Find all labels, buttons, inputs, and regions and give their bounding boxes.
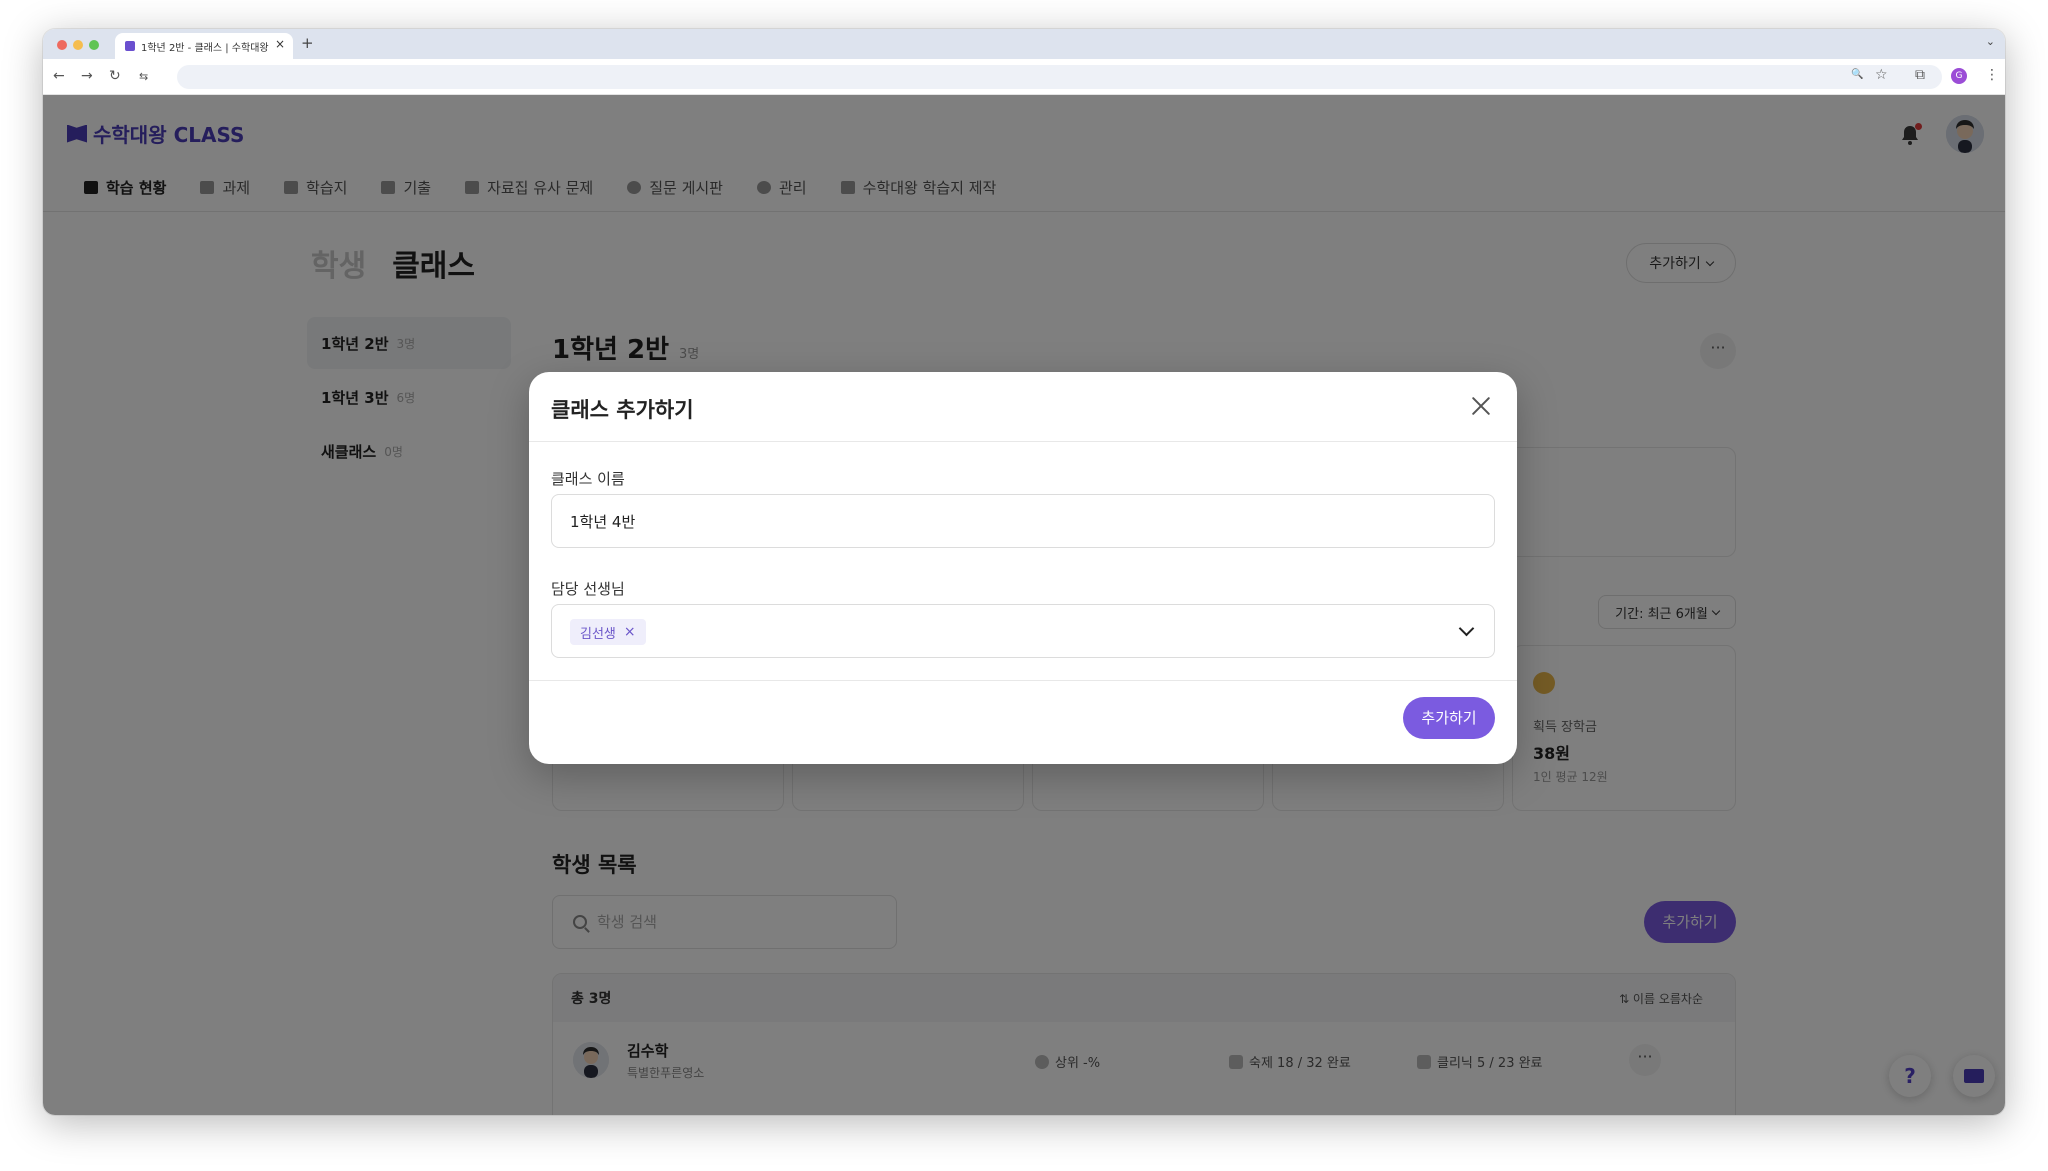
- new-tab-icon[interactable]: +: [301, 34, 314, 52]
- modal-header: 클래스 추가하기: [529, 372, 1517, 442]
- forward-icon[interactable]: →: [81, 68, 93, 84]
- minimize-window-button[interactable]: [73, 40, 83, 50]
- teacher-label: 담당 선생님: [551, 580, 625, 598]
- back-icon[interactable]: ←: [53, 68, 65, 84]
- submit-add-class-button[interactable]: 추가하기: [1403, 697, 1495, 739]
- tab-search-icon[interactable]: ⌄: [1986, 35, 1995, 48]
- close-window-button[interactable]: [57, 40, 67, 50]
- class-name-input[interactable]: [551, 494, 1495, 548]
- teacher-chip: 김선생 ×: [570, 619, 646, 645]
- browser-window: 1학년 2반 - 클래스 | 수학대왕 CLASS × + ⌄ ← → ↻ ⇆ …: [43, 29, 2005, 1115]
- teacher-select[interactable]: 김선생 ×: [551, 604, 1495, 658]
- favicon-icon: [125, 41, 135, 51]
- extensions-icon[interactable]: ⧉: [1915, 67, 1925, 83]
- class-name-label: 클래스 이름: [551, 470, 625, 488]
- address-bar[interactable]: [177, 65, 1942, 89]
- zoom-icon[interactable]: 🔍: [1851, 69, 1863, 80]
- browser-tab[interactable]: 1학년 2반 - 클래스 | 수학대왕 CLASS ×: [115, 33, 293, 59]
- tab-title: 1학년 2반 - 클래스 | 수학대왕 CLASS: [141, 43, 271, 54]
- add-class-modal: 클래스 추가하기 클래스 이름 담당 선생님 김선생 × 추가하기: [529, 372, 1517, 764]
- reload-icon[interactable]: ↻: [109, 68, 121, 84]
- bookmark-star-icon[interactable]: ☆: [1875, 67, 1888, 83]
- browser-menu-icon[interactable]: ⋮: [1985, 67, 1999, 83]
- tab-close-icon[interactable]: ×: [275, 37, 285, 51]
- chip-remove-icon[interactable]: ×: [624, 624, 636, 640]
- browser-toolbar: ← → ↻ ⇆ 🔍 ☆ ⧉ G ⋮: [43, 59, 2005, 95]
- tab-strip: 1학년 2반 - 클래스 | 수학대왕 CLASS × + ⌄: [43, 29, 2005, 59]
- modal-title: 클래스 추가하기: [551, 398, 694, 422]
- profile-avatar[interactable]: G: [1951, 68, 1967, 84]
- chevron-down-icon[interactable]: [1458, 620, 1475, 637]
- maximize-window-button[interactable]: [89, 40, 99, 50]
- site-info-icon[interactable]: ⇆: [139, 70, 148, 83]
- teacher-chip-label: 김선생: [580, 626, 616, 642]
- modal-divider: [529, 680, 1517, 681]
- close-icon[interactable]: [1467, 392, 1495, 420]
